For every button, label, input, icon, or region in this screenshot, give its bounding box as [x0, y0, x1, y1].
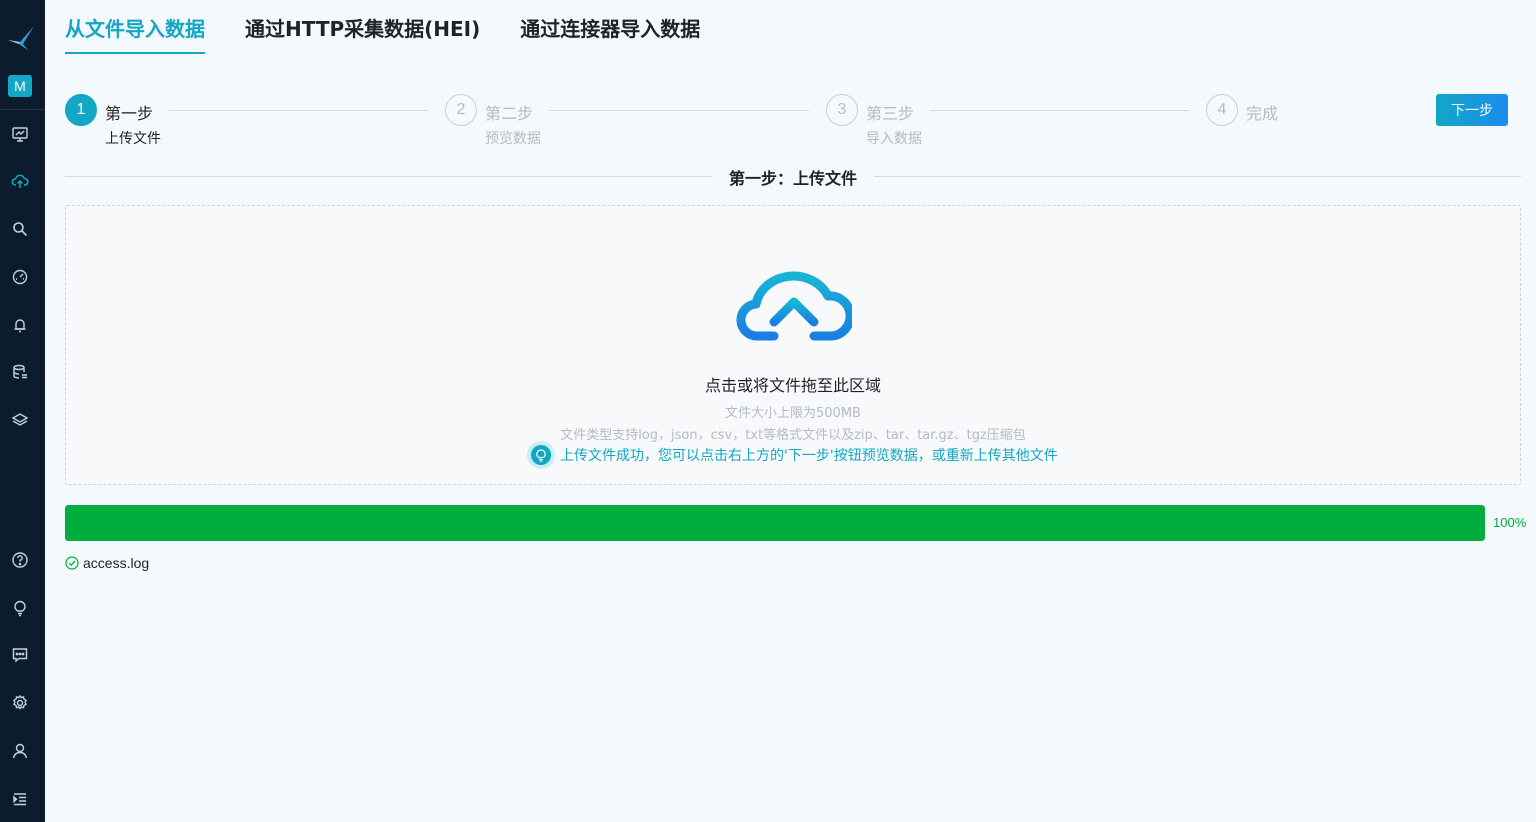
upload-success-message: 上传文件成功，您可以点击右上方的'下一步'按钮预览数据，或重新上传其他文件 — [526, 441, 1058, 469]
step-connector — [930, 110, 1189, 111]
tab-http-collect[interactable]: 通过HTTP采集数据(HEI) — [245, 14, 480, 54]
step-desc: 导入数据 — [866, 131, 922, 147]
step-number: 3 — [826, 94, 858, 126]
step-connector — [549, 110, 809, 111]
upload-instruction: 点击或将文件拖至此区域 — [704, 376, 881, 395]
next-step-button[interactable]: 下一步 — [1436, 94, 1508, 126]
step-title: 第三步 — [866, 104, 915, 123]
cloud-upload-icon[interactable] — [10, 171, 30, 191]
cloud-upload-icon — [736, 271, 852, 356]
import-tabs: 从文件导入数据 通过HTTP采集数据(HEI) 通过连接器导入数据 — [65, 14, 700, 54]
progress-fill — [65, 505, 1485, 541]
dashboard-icon[interactable] — [10, 124, 30, 144]
progress-percent: 100% — [1493, 515, 1527, 530]
step-title: 完成 — [1246, 104, 1279, 123]
step-number: 4 — [1206, 94, 1238, 126]
help-icon[interactable] — [10, 550, 30, 570]
layers-icon[interactable] — [10, 410, 30, 430]
sidebar: M — [0, 0, 45, 822]
section-title: 第一步：上传文件 — [728, 169, 857, 188]
uploaded-file-item[interactable]: access.log — [65, 555, 149, 571]
lightbulb-icon[interactable] — [10, 598, 30, 618]
upload-dropzone[interactable]: 点击或将文件拖至此区域 文件大小上限为500MB 文件类型支持log，json，… — [65, 205, 1521, 485]
database-icon[interactable] — [10, 362, 30, 382]
upload-size-limit: 文件大小上限为500MB — [725, 406, 861, 421]
user-icon[interactable] — [10, 741, 30, 761]
step-title: 第二步 — [485, 104, 534, 123]
step-number: 2 — [445, 94, 477, 126]
settings-icon[interactable] — [10, 693, 30, 713]
success-text: 上传文件成功，您可以点击右上方的'下一步'按钮预览数据，或重新上传其他文件 — [560, 448, 1058, 464]
step-desc: 上传文件 — [105, 131, 161, 147]
bell-icon[interactable] — [10, 315, 30, 335]
step-desc: 预览数据 — [485, 131, 541, 147]
check-circle-icon — [65, 556, 79, 570]
message-icon[interactable] — [10, 645, 30, 665]
step-title: 第一步 — [105, 104, 154, 123]
search-icon[interactable] — [10, 219, 30, 239]
section-divider-right — [874, 176, 1521, 177]
file-name: access.log — [83, 555, 150, 571]
workspace-badge[interactable]: M — [8, 75, 32, 97]
step-connector — [169, 110, 428, 111]
lightbulb-icon — [527, 441, 555, 469]
gauge-icon[interactable] — [10, 267, 30, 287]
tab-connector-import[interactable]: 通过连接器导入数据 — [520, 14, 700, 54]
bird-logo-icon[interactable] — [6, 24, 36, 52]
step-number: 1 — [65, 94, 97, 126]
sidebar-divider — [0, 109, 45, 110]
upload-progress-bar — [65, 505, 1485, 541]
menu-indent-icon[interactable] — [10, 789, 30, 809]
tab-import-from-file[interactable]: 从文件导入数据 — [65, 14, 205, 54]
section-divider-left — [65, 176, 712, 177]
